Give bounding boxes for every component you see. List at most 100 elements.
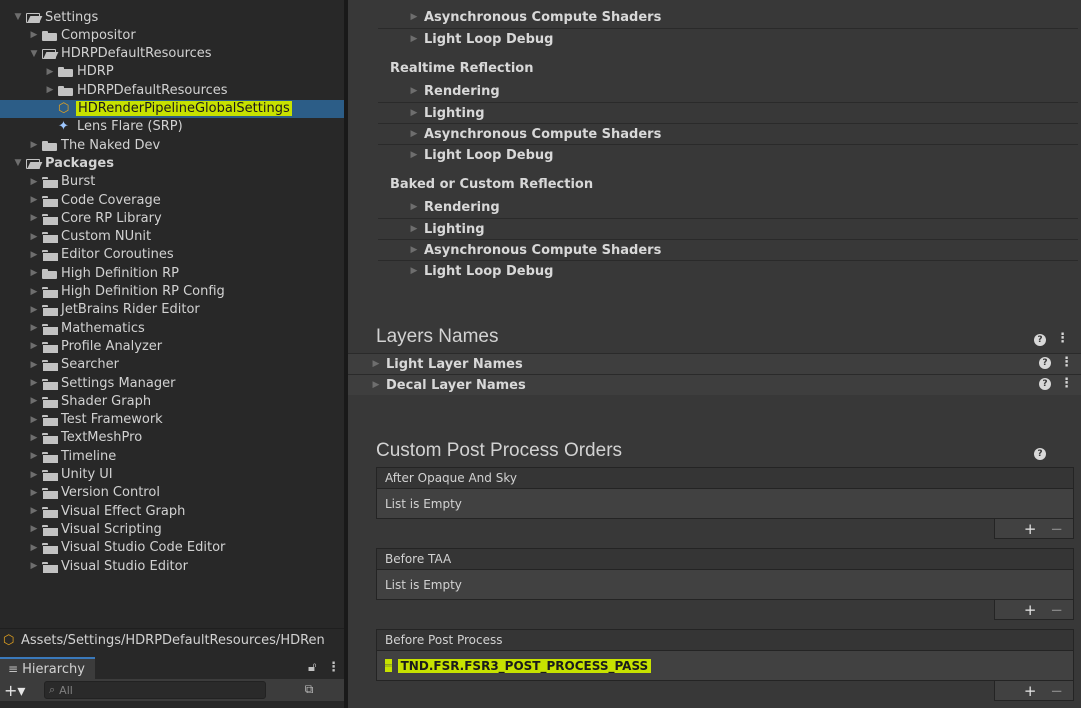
tree-item[interactable]: ▶ Visual Studio Editor <box>0 557 344 575</box>
remove-item-button[interactable]: − <box>1050 520 1063 538</box>
foldout-realtime-rendering[interactable]: ▶ Rendering <box>378 81 1078 101</box>
foldout-label: Decal Layer Names <box>386 377 526 393</box>
more-options-icon[interactable]: ⋮ <box>327 660 340 675</box>
add-item-button[interactable]: + <box>1024 520 1037 538</box>
expand-arrow-icon[interactable]: ▶ <box>28 177 40 187</box>
expand-arrow-icon[interactable]: ▶ <box>28 433 40 443</box>
help-icon[interactable]: ? <box>1039 378 1051 390</box>
tree-item[interactable]: ▶ Unity UI <box>0 466 344 484</box>
expand-arrow-icon[interactable]: ▶ <box>28 360 40 370</box>
tree-item[interactable]: ▶ Version Control <box>0 484 344 502</box>
expand-arrow-icon[interactable]: ▶ <box>28 323 40 333</box>
light-layer-names-row[interactable]: ▶ Light Layer Names <box>348 353 1081 374</box>
expand-arrow-icon[interactable]: ▶ <box>28 396 40 406</box>
tree-item[interactable]: ⬡ HDRenderPipelineGlobalSettings <box>0 99 344 118</box>
hierarchy-search-input[interactable]: ⌕ All <box>44 681 266 699</box>
add-item-button[interactable]: + <box>1024 601 1037 619</box>
expand-arrow-icon[interactable]: ▶ <box>28 140 40 150</box>
foldout-realtime-light-loop[interactable]: ▶ Light Loop Debug <box>378 144 1078 165</box>
foldout-baked-rendering[interactable]: ▶ Rendering <box>378 197 1078 217</box>
tree-item[interactable]: ▶ Searcher <box>0 356 344 374</box>
expand-arrow-icon[interactable]: ▶ <box>28 378 40 388</box>
tree-item-label: HDRP <box>77 64 114 80</box>
expand-arrow-icon[interactable]: ▶ <box>28 232 40 242</box>
tab-hierarchy[interactable]: ≡ Hierarchy <box>0 657 95 679</box>
tree-item[interactable]: ▶ Core RP Library <box>0 209 344 227</box>
help-icon[interactable]: ? <box>1034 448 1046 460</box>
foldout-baked-light-loop[interactable]: ▶ Light Loop Debug <box>378 260 1078 281</box>
tree-item[interactable]: ▶ Mathematics <box>0 319 344 337</box>
create-button[interactable]: +▾ <box>4 681 32 700</box>
tree-item[interactable]: ✦ Lens Flare (SRP) <box>0 118 344 136</box>
tree-item[interactable]: ▶ Compositor <box>0 26 344 44</box>
list-footer: + − <box>994 600 1074 620</box>
add-item-button[interactable]: + <box>1024 682 1037 700</box>
expand-arrow-icon: ▶ <box>410 86 418 96</box>
tree-item[interactable]: ▶ High Definition RP <box>0 264 344 282</box>
tree-item[interactable]: ▶ Visual Studio Code Editor <box>0 539 344 557</box>
expand-arrow-icon[interactable]: ▶ <box>28 341 40 351</box>
more-options-icon[interactable]: ⋮ <box>1060 376 1073 391</box>
collapse-arrow-icon[interactable]: ▼ <box>28 49 40 59</box>
foldout-realtime-async-compute[interactable]: ▶ Asynchronous Compute Shaders <box>378 123 1078 144</box>
foldout-baked-lighting[interactable]: ▶ Lighting <box>378 218 1078 239</box>
tree-item[interactable]: ▶ Profile Analyzer <box>0 337 344 355</box>
scene-visibility-icon[interactable]: ⧉ <box>300 680 318 698</box>
tree-item[interactable]: ▶ Burst <box>0 173 344 191</box>
tree-item[interactable]: ▶ The Naked Dev <box>0 136 344 154</box>
help-icon[interactable]: ? <box>1039 357 1051 369</box>
tree-item[interactable]: ▶ Visual Effect Graph <box>0 502 344 520</box>
collapse-arrow-icon[interactable]: ▼ <box>12 158 24 168</box>
lock-icon[interactable]: 🔓︎ <box>308 660 316 675</box>
foldout-realtime-lighting[interactable]: ▶ Lighting <box>378 102 1078 123</box>
expand-arrow-icon[interactable]: ▶ <box>28 195 40 205</box>
expand-arrow-icon[interactable]: ▶ <box>28 451 40 461</box>
collapse-arrow-icon[interactable]: ▼ <box>12 12 24 22</box>
expand-arrow-icon[interactable]: ▶ <box>28 250 40 260</box>
expand-arrow-icon[interactable]: ▶ <box>28 213 40 223</box>
tree-item[interactable]: ▶ Settings Manager <box>0 374 344 392</box>
tree-item[interactable]: ▶ JetBrains Rider Editor <box>0 301 344 319</box>
expand-arrow-icon[interactable]: ▶ <box>44 85 56 95</box>
tree-item[interactable]: ▶ Test Framework <box>0 411 344 429</box>
expand-arrow-icon[interactable]: ▶ <box>28 268 40 278</box>
expand-arrow-icon: ▶ <box>410 12 418 22</box>
foldout-async-compute-top[interactable]: ▶ Asynchronous Compute Shaders <box>378 7 1078 27</box>
expand-arrow-icon[interactable]: ▶ <box>28 305 40 315</box>
expand-arrow-icon[interactable]: ▶ <box>28 415 40 425</box>
more-options-icon[interactable]: ⋮ <box>1056 331 1069 346</box>
remove-item-button[interactable]: − <box>1050 682 1063 700</box>
foldout-baked-async-compute[interactable]: ▶ Asynchronous Compute Shaders <box>378 239 1078 260</box>
tree-item[interactable]: ▶ HDRP <box>0 63 344 81</box>
expand-arrow-icon[interactable]: ▶ <box>28 506 40 516</box>
more-options-icon[interactable]: ⋮ <box>1060 355 1073 370</box>
tree-item[interactable]: ▶ Code Coverage <box>0 191 344 209</box>
expand-arrow-icon[interactable]: ▶ <box>28 30 40 40</box>
tree-item[interactable]: ▶ Timeline <box>0 447 344 465</box>
tree-item[interactable]: ▶ Visual Scripting <box>0 520 344 538</box>
tree-item[interactable]: ▶ Shader Graph <box>0 392 344 410</box>
expand-arrow-icon[interactable]: ▶ <box>28 470 40 480</box>
tree-item[interactable]: ▼ Packages <box>0 154 344 172</box>
tree-item[interactable]: ▶ Custom NUnit <box>0 228 344 246</box>
expand-arrow-icon[interactable]: ▶ <box>28 488 40 498</box>
tree-item[interactable]: ▶ Editor Coroutines <box>0 246 344 264</box>
help-icon[interactable]: ? <box>1034 334 1046 346</box>
tree-item[interactable]: ▶ TextMeshPro <box>0 429 344 447</box>
tree-item[interactable]: ▼ Settings <box>0 8 344 26</box>
list-footer: + − <box>994 519 1074 539</box>
remove-item-button[interactable]: − <box>1050 601 1063 619</box>
expand-arrow-icon[interactable]: ▶ <box>28 561 40 571</box>
foldout-light-loop-top[interactable]: ▶ Light Loop Debug <box>378 28 1078 49</box>
list-item[interactable]: ═ TND.FSR.FSR3_POST_PROCESS_PASS <box>385 658 652 673</box>
decal-layer-names-row[interactable]: ▶ Decal Layer Names <box>348 374 1081 395</box>
expand-arrow-icon[interactable]: ▶ <box>44 67 56 77</box>
tree-item[interactable]: ▶ HDRPDefaultResources <box>0 81 344 99</box>
drag-handle-icon[interactable]: ═ <box>385 659 392 672</box>
expand-arrow-icon[interactable]: ▶ <box>28 524 40 534</box>
expand-arrow-icon[interactable]: ▶ <box>28 543 40 553</box>
tree-item[interactable]: ▶ High Definition RP Config <box>0 283 344 301</box>
expand-arrow-icon[interactable]: ▶ <box>28 287 40 297</box>
tree-item-label: Test Framework <box>61 412 163 428</box>
tree-item[interactable]: ▼ HDRPDefaultResources <box>0 45 344 63</box>
